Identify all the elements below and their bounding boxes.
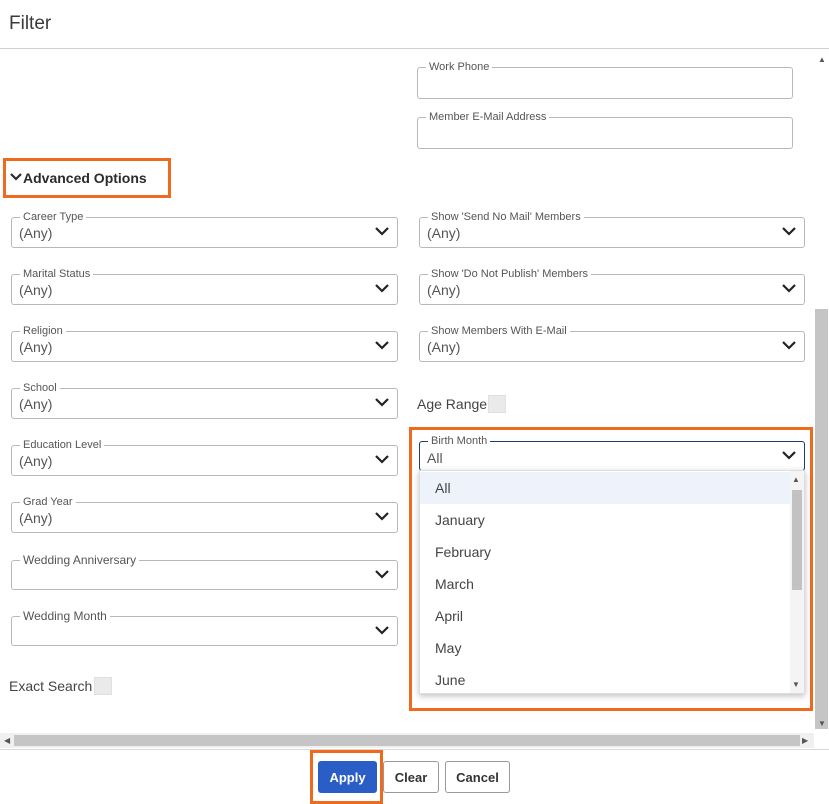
scroll-up-icon[interactable]: ▲ — [792, 475, 800, 484]
chevron-down-icon — [782, 341, 796, 350]
dialog-footer: Apply Clear Cancel — [0, 749, 829, 804]
chevron-down-icon — [375, 398, 389, 407]
marital-status-value: (Any) — [19, 282, 53, 298]
do-not-publish-value: (Any) — [427, 282, 461, 298]
option-january[interactable]: January — [420, 504, 791, 536]
work-phone-field[interactable]: Work Phone — [417, 60, 793, 99]
career-type-value: (Any) — [19, 225, 53, 241]
dialog-header: Filter — [0, 0, 829, 49]
do-not-publish-label: Show 'Do Not Publish' Members — [428, 267, 592, 281]
members-with-email-select[interactable]: Show Members With E-Mail (Any) — [419, 324, 805, 362]
school-value: (Any) — [19, 396, 53, 412]
grad-year-value: (Any) — [19, 510, 53, 526]
horizontal-scrollbar[interactable]: ◀ ▶ — [0, 733, 814, 748]
chevron-down-icon — [375, 227, 389, 236]
chevron-down-icon — [782, 451, 796, 460]
birth-month-value: All — [427, 450, 443, 466]
option-june[interactable]: June — [420, 664, 791, 693]
advanced-options-label: Advanced Options — [23, 170, 147, 186]
do-not-publish-select[interactable]: Show 'Do Not Publish' Members (Any) — [419, 267, 805, 305]
option-february[interactable]: February — [420, 536, 791, 568]
education-level-select[interactable]: Education Level (Any) — [11, 438, 398, 476]
career-type-select[interactable]: Career Type (Any) — [11, 210, 398, 248]
filter-form: Work Phone Member E-Mail Address Advance… — [0, 49, 829, 749]
exact-search-checkbox[interactable] — [94, 677, 112, 695]
option-may[interactable]: May — [420, 632, 791, 664]
option-march[interactable]: March — [420, 568, 791, 600]
horizontal-scroll-thumb[interactable] — [14, 735, 800, 746]
grad-year-label: Grad Year — [20, 495, 76, 509]
grad-year-select[interactable]: Grad Year (Any) — [11, 495, 398, 533]
member-email-label: Member E-Mail Address — [426, 110, 550, 124]
chevron-down-icon — [375, 455, 389, 464]
religion-select[interactable]: Religion (Any) — [11, 324, 398, 362]
age-range-label: Age Range — [417, 396, 488, 412]
chevron-down-icon — [10, 173, 22, 181]
vertical-scrollbar[interactable]: ▲ ▼ — [814, 49, 829, 733]
chevron-down-icon — [782, 227, 796, 236]
members-with-email-label: Show Members With E-Mail — [428, 324, 570, 338]
work-phone-label: Work Phone — [426, 60, 493, 74]
education-level-value: (Any) — [19, 453, 53, 469]
vertical-scroll-thumb[interactable] — [815, 309, 828, 729]
scroll-down-icon[interactable]: ▼ — [792, 680, 800, 689]
birth-month-dropdown[interactable]: All January February March April May Jun… — [419, 470, 805, 694]
birth-month-label: Birth Month — [428, 434, 491, 448]
scroll-left-icon[interactable]: ◀ — [4, 736, 10, 745]
scroll-down-icon[interactable]: ▼ — [818, 719, 826, 728]
marital-status-label: Marital Status — [20, 267, 94, 281]
chevron-down-icon — [375, 341, 389, 350]
exact-search-label: Exact Search — [9, 678, 93, 694]
option-april[interactable]: April — [420, 600, 791, 632]
members-with-email-value: (Any) — [427, 339, 461, 355]
cancel-button[interactable]: Cancel — [445, 761, 510, 793]
advanced-options-toggle[interactable]: Advanced Options — [3, 158, 171, 198]
wedding-anniversary-select[interactable]: Wedding Anniversary — [11, 553, 398, 590]
dialog-title: Filter — [9, 13, 52, 34]
dropdown-scroll-thumb[interactable] — [792, 490, 802, 590]
option-all[interactable]: All — [420, 472, 791, 504]
birth-month-select[interactable]: Birth Month All — [419, 434, 805, 471]
wedding-anniversary-label: Wedding Anniversary — [20, 553, 140, 567]
career-type-label: Career Type — [20, 210, 87, 224]
chevron-down-icon — [782, 284, 796, 293]
chevron-down-icon — [375, 512, 389, 521]
clear-button[interactable]: Clear — [383, 761, 439, 793]
chevron-down-icon — [375, 626, 389, 635]
wedding-month-select[interactable]: Wedding Month — [11, 609, 398, 646]
member-email-field[interactable]: Member E-Mail Address — [417, 110, 793, 149]
apply-button[interactable]: Apply — [318, 761, 377, 793]
school-label: School — [20, 381, 60, 395]
education-level-label: Education Level — [20, 438, 105, 452]
chevron-down-icon — [375, 570, 389, 579]
school-select[interactable]: School (Any) — [11, 381, 398, 419]
chevron-down-icon — [375, 284, 389, 293]
scroll-right-icon[interactable]: ▶ — [802, 736, 808, 745]
scroll-up-icon[interactable]: ▲ — [818, 55, 826, 64]
send-no-mail-select[interactable]: Show 'Send No Mail' Members (Any) — [419, 210, 805, 248]
religion-label: Religion — [20, 324, 66, 338]
wedding-month-label: Wedding Month — [20, 609, 110, 623]
dropdown-scrollbar[interactable]: ▲ ▼ — [790, 471, 804, 693]
religion-value: (Any) — [19, 339, 53, 355]
send-no-mail-label: Show 'Send No Mail' Members — [428, 210, 584, 224]
send-no-mail-value: (Any) — [427, 225, 461, 241]
marital-status-select[interactable]: Marital Status (Any) — [11, 267, 398, 305]
age-range-checkbox[interactable] — [488, 395, 506, 413]
